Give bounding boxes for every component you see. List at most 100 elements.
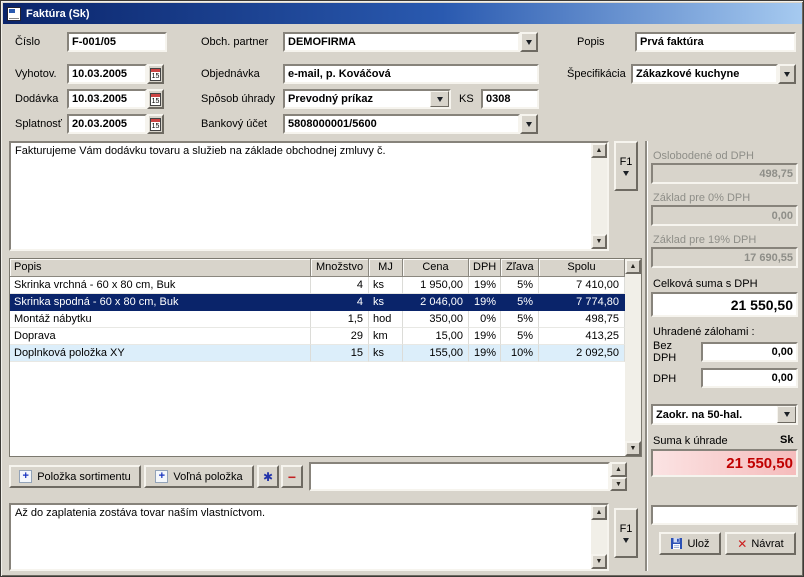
cell-mnozstvo: 4 [311,294,369,311]
invoice-window: Faktúra (Sk) Číslo Obch. partner Popis V… [0,0,804,577]
bez-dph-field-wrap [701,342,798,362]
header-note-textarea[interactable]: Fakturujeme Vám dodávku tovaru a služieb… [11,143,591,249]
vyhotov-label: Vyhotov. [15,68,57,80]
cell-popis: Skrinka vrchná - 60 x 80 cm, Buk [10,277,311,294]
scroll-up-button[interactable]: ▲ [625,259,641,274]
table-row[interactable]: Montáž nábytku 1,5 hod 350,00 0% 5% 498,… [10,311,641,328]
footer-note-textarea[interactable]: Až do zaplatenia zostáva tovar naším vla… [11,505,591,569]
header-spolu[interactable]: Spolu [539,259,625,277]
uhrada-combobox[interactable]: Prevodný príkaz [283,89,451,109]
splatnost-calendar-button[interactable]: 15 [147,114,164,134]
add-free-item-button[interactable]: + Voľná položka [144,465,254,488]
back-button[interactable]: ✕ Návrat [725,532,796,555]
splatnost-field-wrap [67,114,147,134]
minus-icon: − [288,472,296,482]
ks-input[interactable] [483,91,537,107]
celkova-label: Celková suma s DPH [653,278,758,290]
cell-dph: 19% [469,294,501,311]
table-row[interactable]: Doplnková položka XY 15 ks 155,00 19% 10… [10,345,641,362]
specifikacia-label: Špecifikácia [567,68,626,80]
header-mnozstvo[interactable]: Množstvo [311,259,369,277]
header-note-scrollbar[interactable]: ▲ ▼ [591,143,607,249]
celkova-field-wrap [651,292,798,317]
header-cena[interactable]: Cena [403,259,469,277]
add-sortiment-button[interactable]: + Položka sortimentu [9,465,141,488]
rounding-dropdown-button[interactable] [777,406,796,423]
quick-text-input[interactable] [653,507,796,523]
save-button[interactable]: Ulož [659,532,721,555]
table-row[interactable]: Skrinka vrchná - 60 x 80 cm, Buk 4 ks 1 … [10,277,641,294]
scroll-down-button[interactable]: ▼ [591,234,607,249]
chevron-down-icon [623,171,629,176]
cell-spolu: 7 774,80 [539,294,625,311]
rounding-value: Zaokr. na 50-hal. [653,409,777,421]
table-row-selected[interactable]: Skrinka spodná - 60 x 80 cm, Buk 4 ks 2 … [10,294,641,311]
delete-row-button[interactable]: − [281,465,303,488]
cell-dph: 0% [469,311,501,328]
popis-input[interactable] [637,34,794,50]
row-edit-spinner: ▲ ▼ [610,462,627,491]
suma-k-uhrade-field-wrap [651,449,798,477]
dodavka-label: Dodávka [15,93,58,105]
cell-cena: 155,00 [403,345,469,362]
vyhotov-input[interactable] [69,66,145,82]
spin-down-button[interactable]: ▼ [610,477,627,491]
rounding-combobox[interactable]: Zaokr. na 50-hal. [651,404,798,425]
bez-dph-label-line1: Bez [653,340,672,352]
header-note-area: Fakturujeme Vám dodávku tovaru a služieb… [9,141,609,251]
footer-note-f1-button[interactable]: F1 [614,508,638,558]
specifikacia-field-wrap [631,64,778,84]
cislo-input[interactable] [69,34,165,50]
cell-spolu: 413,25 [539,328,625,345]
objednavka-input[interactable] [285,66,537,82]
cell-mnozstvo: 4 [311,277,369,294]
app-icon [7,7,21,21]
partner-dropdown-button[interactable] [520,32,538,52]
row-edit-field-wrap [309,462,610,491]
splatnost-input[interactable] [69,116,145,132]
table-row[interactable]: Doprava 29 km 15,00 19% 5% 413,25 [10,328,641,345]
bez-dph-input[interactable] [703,344,796,360]
cancel-icon: ✕ [737,537,747,551]
header-popis[interactable]: Popis [10,259,311,277]
add-free-item-label: Voľná položka [173,471,242,483]
calendar-icon: 15 [150,93,161,106]
suma-k-uhrade-value [653,451,796,475]
table-scrollbar[interactable]: ▲ ▼ [625,259,641,456]
header-zlava[interactable]: Zľava [501,259,539,277]
specifikacia-dropdown-button[interactable] [778,64,796,84]
spin-up-button[interactable]: ▲ [610,462,627,477]
dodavka-calendar-button[interactable]: 15 [147,89,164,109]
scroll-down-button[interactable]: ▼ [591,554,607,569]
insert-row-button[interactable]: ✱ [257,465,279,488]
celkova-value [653,294,796,315]
header-dph[interactable]: DPH [469,259,501,277]
cell-zlava: 10% [501,345,539,362]
bez-dph-label-line2: DPH [653,352,676,364]
footer-note-scrollbar[interactable]: ▲ ▼ [591,505,607,569]
calendar-icon: 15 [150,118,161,131]
header-mj[interactable]: MJ [369,259,403,277]
specifikacia-input[interactable] [633,66,776,82]
partner-input[interactable] [285,34,518,50]
scroll-up-button[interactable]: ▲ [591,143,607,158]
vyhotov-calendar-button[interactable]: 15 [147,64,164,84]
ucet-field-wrap [283,114,520,134]
row-edit-input[interactable] [311,464,608,489]
uhrada-dropdown-button[interactable] [430,91,449,107]
ucet-dropdown-button[interactable] [520,114,538,134]
dph-input[interactable] [703,370,796,386]
title-bar[interactable]: Faktúra (Sk) [3,3,802,24]
dodavka-input[interactable] [69,91,145,107]
cell-mnozstvo: 15 [311,345,369,362]
scroll-up-button[interactable]: ▲ [591,505,607,520]
cell-cena: 350,00 [403,311,469,328]
cell-mj: ks [369,345,403,362]
ucet-input[interactable] [285,116,518,132]
scroll-down-button[interactable]: ▼ [625,441,641,456]
header-note-f1-button[interactable]: F1 [614,141,638,191]
cell-zlava: 5% [501,277,539,294]
cell-dph: 19% [469,328,501,345]
suma-unit-label: Sk [780,434,793,446]
zaklad0-label: Základ pre 0% DPH [653,192,750,204]
